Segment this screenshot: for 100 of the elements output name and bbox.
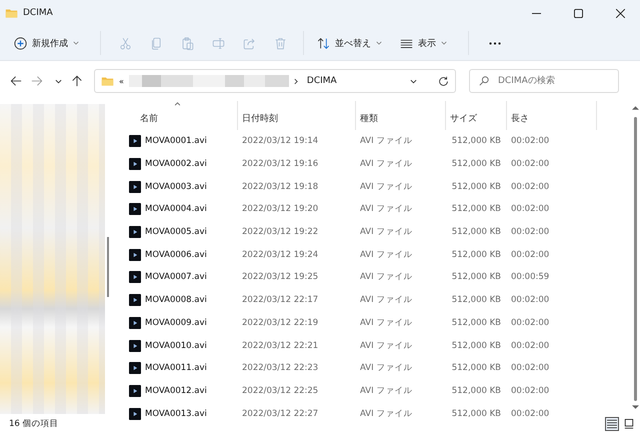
date-cell-text: 2022/03/12 22:17: [241, 295, 320, 306]
item-count: 16 個の項目: [9, 418, 59, 430]
search-field[interactable]: DCIMAの検索: [469, 69, 619, 93]
file-name: MOVA0011.avi: [145, 363, 207, 374]
caret-icon: [73, 41, 79, 45]
file-row[interactable]: MOVA0002.avi 2022/03/12 19:16 AVI ファイル 512,000 KB 00:02:00: [124, 152, 630, 176]
length-cell-text: 00:02:00: [510, 295, 550, 306]
more-icon[interactable]: [489, 42, 501, 44]
sort-button[interactable]: 並べ替え: [312, 32, 387, 54]
file-row[interactable]: MOVA0010.avi 2022/03/12 22:21 AVI ファイル 512,000 KB 00:02:00: [124, 334, 630, 357]
scroll-down-icon[interactable]: [632, 405, 638, 410]
size-cell-text: 512,000 KB: [450, 363, 502, 374]
date-cell-text: 2022/03/12 19:25: [241, 272, 320, 282]
back-icon[interactable]: [10, 75, 22, 87]
date-cell-text: 2022/03/12 22:27: [241, 408, 320, 419]
file-row[interactable]: MOVA0011.avi 2022/03/12 22:23 AVI ファイル 512,000 KB 00:02:00: [124, 356, 630, 380]
date-cell-text: 2022/03/12 19:14: [241, 136, 320, 146]
video-file-icon: [129, 226, 141, 238]
file-name: MOVA0009.avi: [145, 318, 207, 328]
file-name: MOVA0007.avi: [145, 272, 207, 282]
length-cell-text: 00:02:00: [510, 250, 550, 260]
plus-icon: [14, 36, 27, 50]
file-row[interactable]: MOVA0004.avi 2022/03/12 19:20 AVI ファイル 512,000 KB 00:02:00: [124, 198, 630, 221]
type-cell-text: AVI ファイル: [359, 340, 414, 352]
file-row[interactable]: MOVA0005.avi 2022/03/12 19:22 AVI ファイル 512,000 KB 00:02:00: [124, 220, 630, 244]
file-name: MOVA0012.avi: [145, 386, 207, 396]
file-row[interactable]: MOVA0009.avi 2022/03/12 22:19 AVI ファイル 512,000 KB 00:02:00: [124, 312, 630, 334]
type-cell-text: AVI ファイル: [359, 294, 414, 306]
file-row[interactable]: MOVA0001.avi 2022/03/12 19:14 AVI ファイル 512,000 KB 00:02:00: [124, 130, 630, 153]
video-file-icon: [129, 384, 141, 397]
caret-icon: [376, 41, 382, 45]
date-cell-text: 2022/03/12 22:25: [241, 386, 320, 396]
size-cell-text: 512,000 KB: [450, 250, 502, 260]
window-title: DCIMA: [23, 8, 53, 18]
date-cell-text: 2022/03/12 19:16: [241, 159, 320, 170]
refresh-icon[interactable]: [438, 76, 449, 86]
video-file-icon: [129, 158, 141, 170]
clipboard-icon[interactable]: [181, 36, 194, 50]
file-row[interactable]: MOVA0013.avi 2022/03/12 22:27 AVI ファイル 512,000 KB 00:02:00: [124, 402, 630, 425]
chevron-icon: [294, 78, 298, 84]
size-cell-text: 512,000 KB: [450, 408, 502, 419]
video-file-icon: [129, 135, 141, 148]
column-header[interactable]: 種類: [356, 101, 446, 130]
column-header[interactable]: 名前: [124, 101, 238, 130]
length-cell-text: 00:02:00: [510, 136, 550, 146]
type-cell-text: AVI ファイル: [359, 180, 414, 193]
length-cell-text: 00:02:00: [510, 363, 550, 374]
file-row[interactable]: MOVA0006.avi 2022/03/12 19:24 AVI ファイル 512,000 KB 00:02:00: [124, 243, 630, 266]
dropdown-icon[interactable]: [410, 78, 417, 84]
caret-icon: [441, 41, 447, 45]
type-cell-text: AVI ファイル: [359, 158, 414, 170]
video-file-icon: [129, 248, 141, 261]
file-row[interactable]: MOVA0008.avi 2022/03/12 22:17 AVI ファイル 512,000 KB 00:02:00: [124, 288, 630, 312]
column-header[interactable]: 日付時刻: [238, 101, 356, 130]
video-file-icon: [129, 294, 141, 306]
address-bar[interactable]: « DCIMA: [94, 69, 456, 93]
details-view-button[interactable]: [605, 416, 619, 430]
breadcrumb[interactable]: DCIMA: [306, 76, 337, 86]
length-cell-text: 00:00:59: [510, 272, 550, 282]
caret-icon[interactable]: [55, 78, 62, 84]
size-cell-text: 512,000 KB: [450, 318, 502, 328]
column-header[interactable]: 長さ: [507, 101, 597, 130]
date-cell-text: 2022/03/12 22:21: [241, 340, 320, 351]
type-cell-text: AVI ファイル: [359, 316, 414, 329]
date-cell-text: 2022/03/12 19:20: [241, 204, 320, 214]
length-cell-text: 00:02:00: [510, 159, 550, 170]
type-cell-text: AVI ファイル: [359, 384, 414, 397]
file-name: MOVA0005.avi: [145, 227, 207, 238]
type-cell-text: AVI ファイル: [359, 362, 414, 374]
type-cell-text: AVI ファイル: [359, 203, 414, 216]
path-overflow[interactable]: «: [119, 76, 124, 86]
date-cell-text: 2022/03/12 19:24: [241, 250, 320, 260]
file-row[interactable]: MOVA0007.avi 2022/03/12 19:25 AVI ファイル 512,000 KB 00:00:59: [124, 266, 630, 289]
forward-icon[interactable]: [31, 75, 43, 87]
file-row[interactable]: MOVA0003.avi 2022/03/12 19:18 AVI ファイル 512,000 KB 00:02:00: [124, 175, 630, 198]
size-cell-text: 512,000 KB: [450, 386, 502, 396]
length-cell-text: 00:02:00: [510, 227, 550, 238]
file-name: MOVA0003.avi: [145, 182, 207, 192]
search-icon: [479, 76, 489, 86]
type-cell-text: AVI ファイル: [359, 226, 414, 238]
size-cell-text: 512,000 KB: [450, 204, 502, 214]
size-cell-text: 512,000 KB: [450, 136, 502, 146]
file-row[interactable]: MOVA0012.avi 2022/03/12 22:25 AVI ファイル 512,000 KB 00:02:00: [124, 380, 630, 402]
view-button[interactable]: 表示: [395, 32, 452, 54]
scrollbar-thumb[interactable]: [107, 237, 109, 297]
length-cell-text: 00:02:00: [510, 408, 550, 419]
video-file-icon: [129, 203, 141, 216]
close-icon[interactable]: [616, 8, 625, 18]
file-name: MOVA0001.avi: [145, 136, 207, 146]
new-button[interactable]: 新規作成: [9, 32, 84, 54]
scroll-up-icon[interactable]: [632, 105, 638, 110]
file-name: MOVA0008.avi: [145, 295, 207, 306]
tiles-view-button[interactable]: [622, 416, 636, 430]
type-cell-text: AVI ファイル: [359, 135, 414, 148]
column-header[interactable]: サイズ: [446, 101, 507, 130]
video-file-icon: [129, 362, 141, 374]
maximize-icon[interactable]: [574, 8, 583, 18]
file-name: MOVA0013.avi: [145, 408, 207, 419]
up-arrow-icon[interactable]: [71, 75, 83, 87]
date-cell-text: 2022/03/12 22:19: [241, 318, 320, 328]
